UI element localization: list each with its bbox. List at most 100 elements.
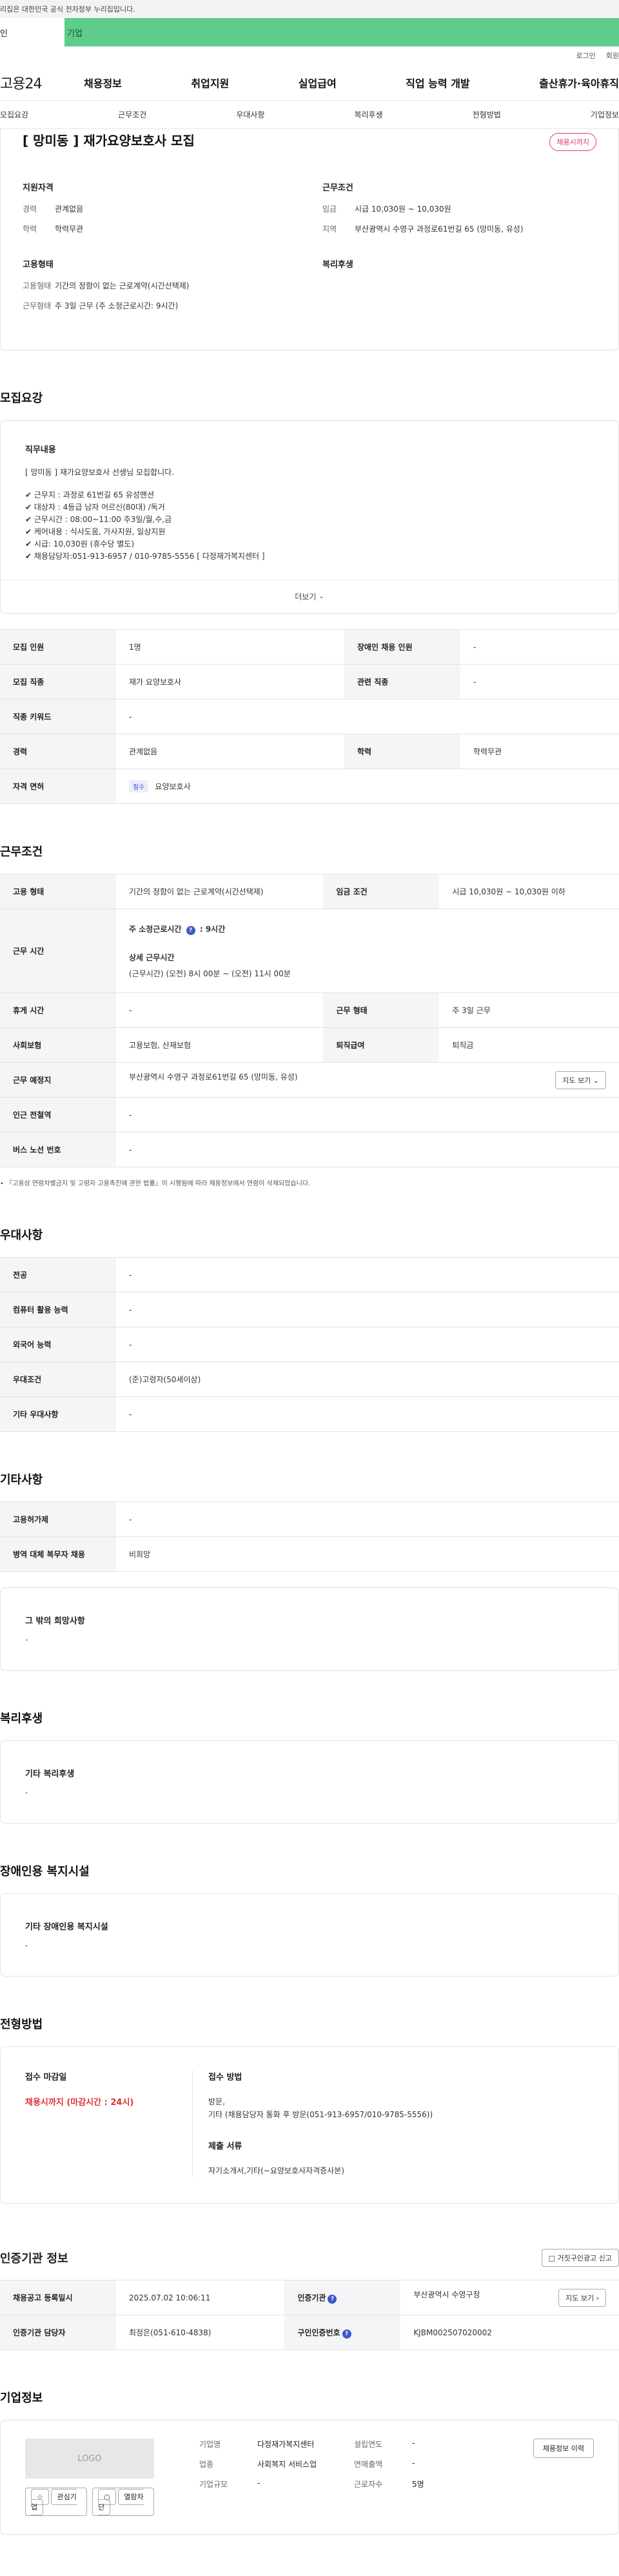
info-value: 다정재가복지센터: [257, 2440, 315, 2449]
document-icon: □: [548, 2254, 556, 2262]
more-label: 더보기: [295, 592, 317, 601]
subnav-welfare[interactable]: 복리후생: [354, 109, 382, 120]
info-key: 업종: [199, 2460, 214, 2469]
gnb-item-training[interactable]: 직업 능력 개발: [406, 75, 469, 90]
other-wishes-title: 그 밖의 희망사항: [25, 1616, 85, 1626]
table-row: 우대조건 (준)고령자(50세이상): [0, 1362, 619, 1397]
cell-value: -: [116, 992, 324, 1028]
report-false-ad-button[interactable]: □ 거짓구인광고 신고: [541, 2249, 619, 2267]
agency-map-label: 지도 보기: [565, 2293, 594, 2302]
table-row: 모집 인원 1명 장애인 채용 인원 -: [0, 629, 619, 665]
agency-table: 채용공고 등록일시 2025.07.02 10:06:11 인증기관? 부산광역…: [0, 2280, 619, 2350]
duty-line: ✔ 케어내용 : 식사도움, 가사지원, 일상지원: [25, 527, 166, 536]
cell-key: 모집 인원: [0, 629, 116, 665]
cell-value: -: [116, 1327, 619, 1362]
table-row: 직종 키워드 -: [0, 699, 619, 734]
section-title-work: 근무조건: [0, 845, 43, 859]
duty-line: ✔ 대상자 : 4등급 남자 어르신(80대) /독거: [25, 503, 165, 512]
cell-key: 우대조건: [0, 1362, 116, 1397]
method-value-1: 방문,: [208, 2097, 225, 2106]
hiring-history-button[interactable]: 채용정보 이력: [533, 2439, 594, 2458]
docs-title: 제출 서류: [208, 2142, 242, 2151]
cell-value: 시급 10,030원 ~ 10,030원 이하: [439, 874, 619, 909]
duty-card: 직무내용 [ 망미동 ] 재가요양보호사 선생님 모집합니다. ✔ 근무지 : …: [0, 420, 619, 614]
company-info-grid: 기업명 다정재가복지센터 설립연도 - 업종 사회복지 서비스업 연매출액 - 기업규모…: [199, 2439, 489, 2490]
table-row: 전공 -: [0, 1257, 619, 1293]
welfare-title: 복리후생: [322, 260, 353, 270]
cell-value: 고용보험, 산재보험: [116, 1027, 324, 1063]
gnb-item-unemployment[interactable]: 실업급여: [299, 75, 337, 90]
deadline-block: 접수 마감일 채용시까지 (마감시간 : 24시): [25, 2070, 193, 2177]
deadline-badge: 채용시까지: [549, 133, 596, 151]
conditions-block: 근무조건 임금 시급 10,030원 ~ 10,030원 지역 부산광역시 수영구 …: [322, 181, 596, 243]
agency-key: 인증기관: [297, 2293, 326, 2302]
section-title-recruit: 모집요강: [0, 392, 43, 405]
subnav-work[interactable]: 근무조건: [118, 109, 146, 120]
cell-value: 주 소정근로시간 ? : 9시간 상세 근무시간 (근무시간) (오전) 8시 …: [116, 909, 619, 993]
agency-header: 인증기관 정보 □ 거짓구인광고 신고: [0, 2249, 619, 2267]
section-title-agency: 인증기관 정보: [0, 2252, 68, 2266]
screening-card: 접수 마감일 채용시까지 (마감시간 : 24시) 접수 방법 방문, 기타 (…: [0, 2046, 619, 2204]
kv-key: 학력: [23, 225, 37, 234]
subnav-recruit[interactable]: 모집요강: [0, 109, 28, 120]
join-link[interactable]: 회원: [606, 50, 619, 61]
cell-key: 고용 형태: [0, 874, 116, 909]
duty-line: ✔ 시급: 10,030원 (휴수당 별도): [25, 539, 135, 548]
subnav-screening[interactable]: 전형방법: [473, 109, 501, 120]
gnb-item-parental-leave[interactable]: 출산휴가·육아휴직: [539, 75, 619, 90]
section-title-etc: 기타사항: [0, 1473, 43, 1487]
block-view-button[interactable]: ○ 열람차단: [92, 2488, 154, 2516]
deadline-title: 접수 마감일: [25, 2073, 67, 2082]
cell-key: 컴퓨터 활용 능력: [0, 1292, 116, 1327]
cell-key: 기타 우대사항: [0, 1396, 116, 1432]
qualification-title: 지원자격: [23, 183, 54, 193]
table-row: 경력 관계없음 학력 학력무관: [0, 734, 619, 769]
table-row: 컴퓨터 활용 능력 -: [0, 1292, 619, 1327]
help-icon[interactable]: ?: [328, 2294, 337, 2304]
conditions-title: 근무조건: [322, 183, 353, 193]
subnav-company[interactable]: 기업정보: [591, 109, 619, 120]
cell-value: 2025.07.02 10:06:11: [116, 2280, 285, 2315]
favorite-company-button[interactable]: ☆ 관심기업: [25, 2488, 88, 2516]
cell-key: 직종 키워드: [0, 699, 116, 734]
method-block: 접수 방법 방문, 기타 (채용담당자 통화 후 방문(051-913-6957…: [193, 2070, 594, 2177]
chevron-right-icon: ›: [596, 2293, 599, 2302]
cell-key: 외국어 능력: [0, 1327, 116, 1362]
weekly-hours-label: 주 소정근로시간: [129, 924, 182, 934]
cell-key: 인근 전철역: [0, 1097, 116, 1132]
more-button[interactable]: 더보기 ⌄: [1, 579, 618, 613]
map-button[interactable]: 지도 보기 ⌄: [555, 1071, 606, 1089]
tab-personal[interactable]: 인: [0, 18, 64, 46]
cell-value: -: [460, 664, 619, 699]
employment-type-title: 고용형태: [23, 260, 54, 270]
method-title: 접수 방법: [208, 2073, 242, 2082]
info-value: -: [257, 2479, 260, 2488]
disabled-box-title: 기타 장애인용 복지시설: [25, 1922, 108, 1932]
gnb-item-employment-support[interactable]: 취업지원: [191, 75, 229, 90]
site-logo[interactable]: 고용24: [0, 72, 84, 93]
login-link[interactable]: 로그인: [576, 50, 595, 61]
info-value: 5명: [412, 2480, 424, 2489]
tab-company[interactable]: 기업: [64, 18, 619, 46]
agency-map-button[interactable]: 지도 보기 ›: [558, 2288, 606, 2307]
utility-links: 로그인 회원: [0, 46, 619, 65]
subnav-pref[interactable]: 우대사항: [236, 109, 264, 120]
age-notice: • 『고용상 연령차별금지 및 고령자 고용촉진에 관한 법률』이 시행됨에 따…: [0, 1180, 311, 1187]
section-title-disabled: 장애인용 복지시설: [0, 1865, 90, 1878]
table-row: 휴게 시간 - 근무 형태 주 3일 근무: [0, 992, 619, 1028]
duty-line: ✔ 근무지 : 과정로 61번길 65 유성맨션: [25, 490, 155, 499]
kv-key: 고용형태: [23, 281, 52, 290]
company-card: LOGO ☆ 관심기업 ○ 열람차단 기업명 다정재가복지센터 설립연도 - 업종 사…: [0, 2420, 619, 2535]
kv-value: 관계없음: [55, 205, 84, 214]
welfare-card: 기타 복리후생 -: [0, 1740, 619, 1824]
cell-value: -: [116, 699, 619, 734]
help-icon[interactable]: ?: [342, 2329, 351, 2339]
deadline-value: 채용시까지 (마감시간 : 24시): [25, 2098, 134, 2108]
help-icon[interactable]: ?: [186, 925, 195, 935]
cell-value: 퇴직금: [439, 1027, 619, 1063]
gnb-item-jobs[interactable]: 채용정보: [84, 75, 122, 90]
table-row: 모집 직종 재가 요양보호사 관련 직종 -: [0, 664, 619, 699]
table-row: 버스 노선 번호 -: [0, 1132, 619, 1167]
gov-notice-text: 리집은 대한민국 공식 전자정부 누리집입니다.: [0, 5, 135, 14]
cell-value: KJBM002507020002: [400, 2315, 619, 2350]
